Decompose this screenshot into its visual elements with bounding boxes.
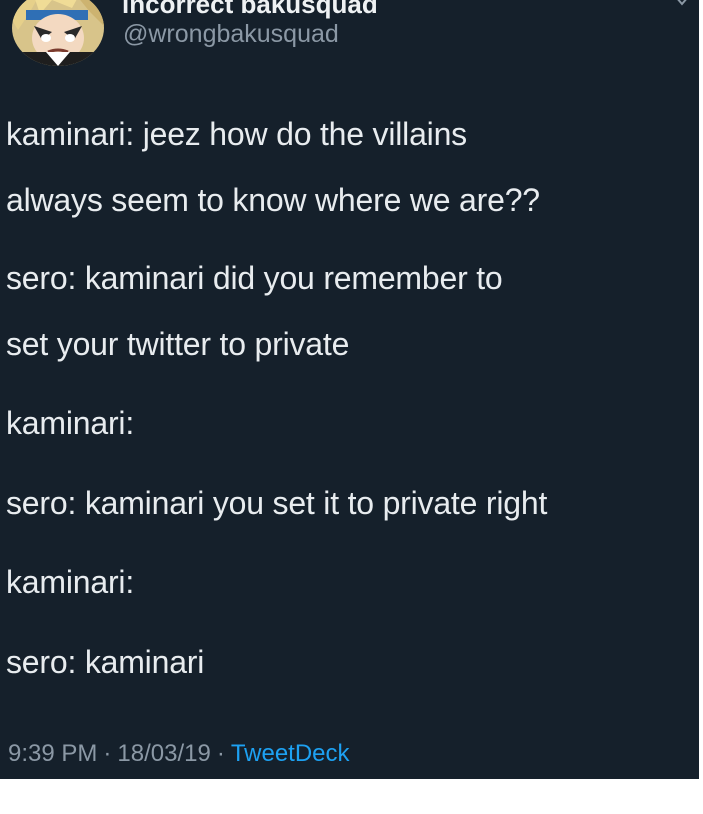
tweet-line: sero: kaminari you set it to private rig… bbox=[6, 485, 548, 521]
tweet-line: kaminari: bbox=[6, 405, 135, 441]
tweet-source-link[interactable]: TweetDeck bbox=[231, 740, 350, 767]
screenshot-page: incorrect bakusquad @wrongbakusquad kami… bbox=[0, 0, 703, 814]
tweet-line: always seem to know where we are?? bbox=[6, 182, 540, 218]
tweet-text: kaminari: jeez how do the villains alway… bbox=[6, 118, 696, 678]
tweet-metadata: 9:39 PM · 18/03/19 · TweetDeck bbox=[8, 742, 350, 766]
anime-character-avatar-icon bbox=[12, 0, 104, 66]
meta-separator: · bbox=[216, 740, 225, 767]
tweet-time[interactable]: 9:39 PM bbox=[8, 740, 97, 767]
tweet-line: sero: kaminari bbox=[6, 644, 205, 680]
meta-separator: · bbox=[103, 740, 112, 767]
tweet-line: kaminari: jeez how do the villains bbox=[6, 116, 467, 152]
tweet-card: incorrect bakusquad @wrongbakusquad kami… bbox=[0, 0, 699, 779]
author-avatar[interactable] bbox=[12, 0, 104, 66]
tweet-line: set your twitter to private bbox=[6, 326, 350, 362]
tweet-date[interactable]: 18/03/19 bbox=[117, 740, 210, 767]
chevron-down-icon[interactable] bbox=[675, 0, 689, 6]
tweet-line: kaminari: bbox=[6, 564, 135, 600]
author-handle[interactable]: @wrongbakusquad bbox=[123, 22, 339, 47]
tweet-line: sero: kaminari did you remember to bbox=[6, 260, 503, 296]
author-display-name[interactable]: incorrect bakusquad bbox=[122, 0, 378, 17]
